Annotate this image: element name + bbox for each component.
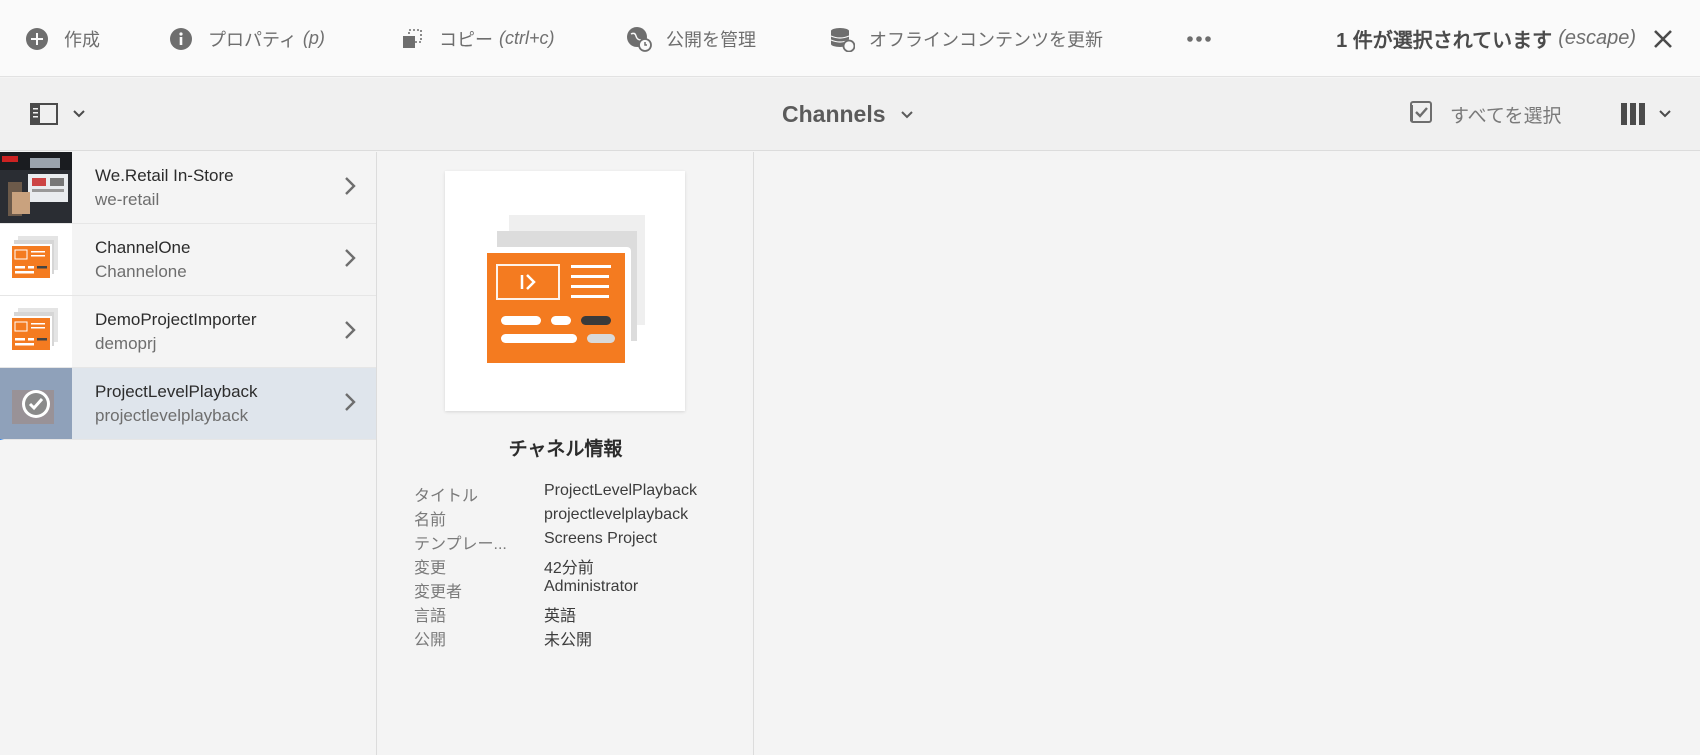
- list-item-name: we-retail: [95, 190, 160, 209]
- chevron-right-icon: [345, 249, 356, 267]
- page-title: Channels: [782, 101, 886, 127]
- metadata-key: 変更: [414, 560, 447, 577]
- metadata-row-modified: 変更 42分前: [414, 554, 734, 578]
- title-bar: Channels すべてを選択: [0, 78, 1700, 151]
- metadata-key: 言語: [414, 608, 447, 625]
- metadata-key: 変更者: [414, 584, 463, 601]
- details-heading: チャネル情報: [508, 439, 623, 460]
- action-bar: 作成 プロパティ (p) コピー (ctrl+c) 公開を管理 オフラインコンテ…: [0, 0, 1700, 77]
- column-view-icon: [1621, 103, 1645, 125]
- close-selection-button[interactable]: [1650, 26, 1676, 52]
- list-item[interactable]: DemoProjectImporter demoprj: [0, 296, 376, 368]
- metadata-row-name: 名前 projectlevelplayback: [414, 506, 734, 530]
- metadata-value: ProjectLevelPlayback: [544, 482, 697, 499]
- selection-count-label: 1 件が選択されています: [1336, 30, 1553, 52]
- list-item[interactable]: We.Retail In-Store we-retail: [0, 152, 376, 224]
- create-button[interactable]: 作成: [24, 0, 100, 77]
- rail-toggle-button[interactable]: [30, 102, 86, 126]
- chevron-down-icon: [1659, 110, 1671, 118]
- list-item[interactable]: ChannelOne Channelone: [0, 224, 376, 296]
- chevron-right-icon: [345, 321, 356, 339]
- copy-label: コピー: [439, 29, 493, 50]
- metadata-key: 公開: [414, 632, 447, 649]
- info-icon: [168, 26, 194, 52]
- manage-publication-button[interactable]: 公開を管理: [626, 0, 756, 77]
- metadata-value: 42分前: [544, 560, 594, 577]
- copy-button[interactable]: コピー (ctrl+c): [399, 0, 555, 77]
- list-item-title: ChannelOne: [95, 238, 191, 257]
- thumbnail-selected: [0, 368, 72, 439]
- chevron-right-icon: [345, 177, 356, 195]
- update-offline-content-label: オフラインコンテンツを更新: [869, 29, 1103, 50]
- globe-clock-icon: [626, 26, 652, 52]
- metadata-row-title: タイトル ProjectLevelPlayback: [414, 482, 734, 506]
- list-item-name: projectlevelplayback: [95, 406, 249, 425]
- metadata-row-published: 公開 未公開: [414, 626, 734, 650]
- metadata-value: projectlevelplayback: [544, 506, 689, 523]
- metadata-key: 名前: [414, 512, 447, 529]
- chevron-down-icon: [73, 110, 85, 118]
- view-switcher-button[interactable]: [1620, 102, 1672, 126]
- copy-icon: [399, 26, 425, 52]
- select-all-label: すべてを選択: [1450, 106, 1562, 127]
- thumbnail-channel: [0, 296, 72, 367]
- page-title-dropdown[interactable]: Channels: [782, 78, 914, 151]
- select-all-button[interactable]: すべてを選択: [1408, 78, 1562, 151]
- properties-shortcut: (p): [302, 28, 325, 48]
- checkbox-icon: [1408, 99, 1434, 131]
- metadata-row-template: テンプレー... Screens Project: [414, 530, 734, 554]
- metadata-key: タイトル: [414, 488, 479, 505]
- list-item-name: Channelone: [95, 262, 187, 281]
- column-channels: We.Retail In-Store we-retail ChannelOne …: [0, 152, 377, 755]
- list-item-title: DemoProjectImporter: [95, 310, 257, 329]
- metadata-value: 未公開: [544, 632, 593, 649]
- properties-button[interactable]: プロパティ (p): [168, 0, 325, 77]
- manage-publication-label: 公開を管理: [666, 29, 756, 50]
- more-button[interactable]: [1186, 0, 1226, 77]
- metadata-key: テンプレー...: [414, 536, 507, 553]
- list-item-title: We.Retail In-Store: [95, 166, 234, 185]
- rail-toggle-icon: [30, 103, 58, 125]
- selection-shortcut: (escape): [1558, 27, 1636, 49]
- create-label: 作成: [64, 29, 100, 50]
- close-icon: [1654, 30, 1672, 48]
- thumbnail-channel: [0, 224, 72, 295]
- list-item-selected[interactable]: ProjectLevelPlayback projectlevelplaybac…: [0, 368, 376, 440]
- metadata-row-modified-by: 変更者 Administrator: [414, 578, 734, 602]
- metadata-value: 英語: [544, 608, 577, 625]
- metadata-row-language: 言語 英語: [414, 602, 734, 626]
- chevron-down-icon: [900, 110, 913, 118]
- metadata-list: タイトル ProjectLevelPlayback 名前 projectlevelp…: [414, 482, 734, 650]
- database-refresh-icon: [829, 26, 855, 52]
- channel-preview-image: [445, 171, 685, 411]
- selection-count: 1 件が選択されています (escape): [1336, 0, 1636, 77]
- metadata-value: Screens Project: [544, 530, 657, 547]
- list-item-name: demoprj: [95, 334, 157, 353]
- metadata-value: Administrator: [544, 578, 639, 595]
- properties-label: プロパティ: [208, 29, 297, 50]
- more-icon: [1186, 26, 1212, 52]
- details-panel: チャネル情報 タイトル ProjectLevelPlayback 名前 projec…: [377, 152, 754, 755]
- chevron-right-icon: [345, 393, 356, 411]
- thumbnail-photo: [0, 152, 72, 223]
- add-circle-icon: [24, 26, 50, 52]
- update-offline-content-button[interactable]: オフラインコンテンツを更新: [829, 0, 1103, 77]
- list-item-title: ProjectLevelPlayback: [95, 382, 258, 401]
- copy-shortcut: (ctrl+c): [499, 28, 555, 48]
